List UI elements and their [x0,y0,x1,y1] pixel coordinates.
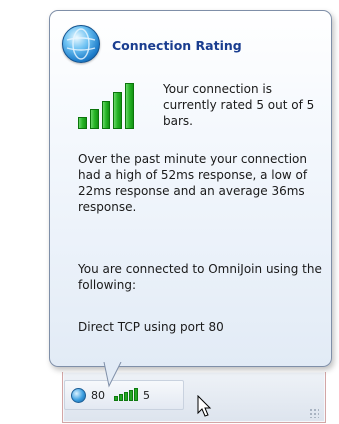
stats-text: Over the past minute your connection had… [78,152,308,214]
tooltip-tail [103,362,122,388]
status-bars-count: 5 [143,388,150,402]
globe-icon [71,387,86,403]
resize-grip-icon[interactable] [309,408,319,418]
tooltip-header: Connection Rating [62,25,242,63]
tooltip-title: Connection Rating [112,37,242,53]
connection-method: Direct TCP using port 80 [78,320,224,334]
signal-bars-icon [114,387,138,401]
mouse-cursor-icon [197,395,212,417]
globe-icon [62,25,100,63]
rating-text: Your connection is currently rated 5 out… [163,82,315,128]
status-port: 80 [91,388,105,402]
connection-rating-tooltip: Connection Rating Your connection is cur… [49,10,332,367]
connection-intro: You are connected to OmniJoin using the … [78,262,322,292]
signal-bars-icon [78,79,134,129]
